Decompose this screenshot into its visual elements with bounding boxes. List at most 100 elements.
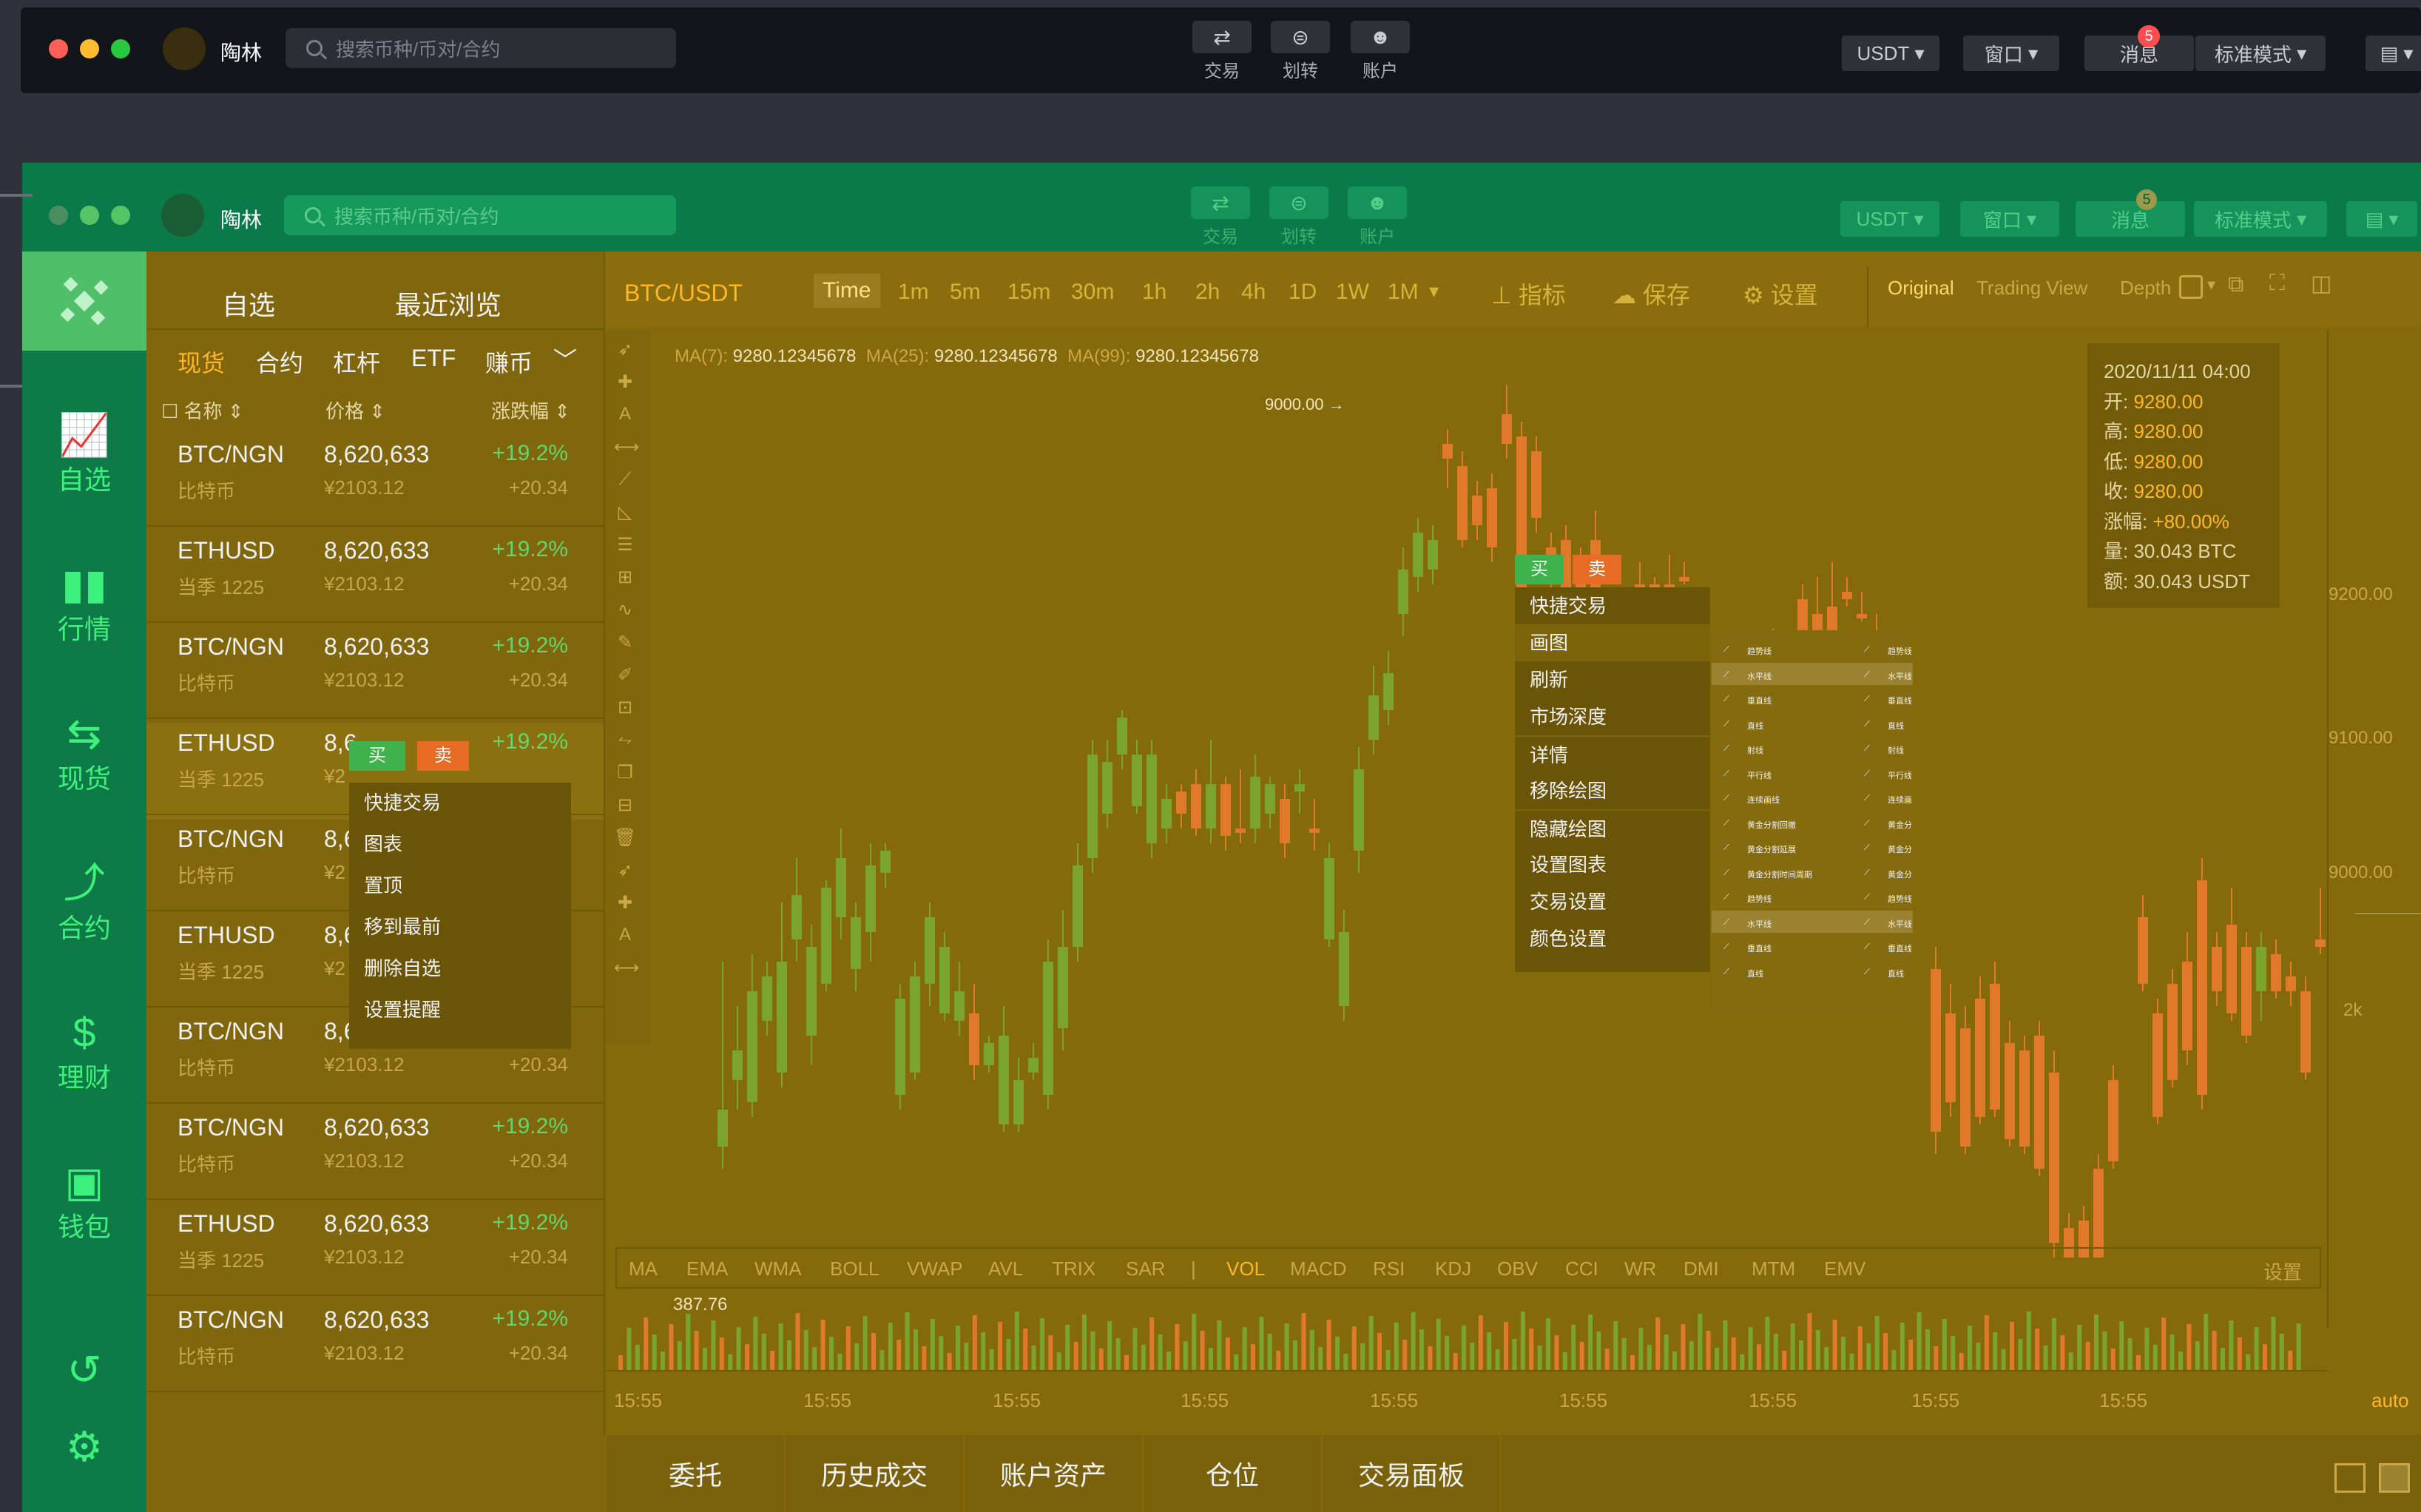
mode-select[interactable]: 标准模式 ▾ [2194,201,2327,237]
column-header-price[interactable]: 价格 ⇕ [325,396,385,424]
currency-select[interactable]: USDT ▾ [1842,36,1939,71]
close-window-button[interactable] [49,39,68,58]
row-name[interactable]: BTC/NGN [178,826,284,853]
avatar[interactable] [163,27,206,70]
fullscreen-icon[interactable]: ⛶ [2269,271,2285,296]
timeframe-option[interactable]: 5m [950,280,981,305]
view-original[interactable]: Original [1888,277,1954,300]
menu-item-trade-settings[interactable]: 交易设置 [1515,883,1710,920]
draw-tool-item[interactable]: 黄金分割回撤 [1747,819,1796,831]
bottom-tab[interactable]: 委托 [607,1435,784,1512]
menu-item-set-alert[interactable]: 设置提醒 [349,991,571,1028]
draw-tool-item[interactable]: 黄金分割时间周期 [1888,868,1911,880]
search-input[interactable]: 搜索币种/币对/合约 [284,195,676,235]
image-icon[interactable]: ⊟ [614,794,636,816]
tab-recent[interactable]: 最近浏览 [395,284,502,323]
column-header-name[interactable]: ☐ 名称 ⇕ [161,396,244,424]
maximize-window-button[interactable] [111,206,130,225]
draw-tool-item[interactable]: 黄金分割回撤 [1888,819,1911,831]
row-name[interactable]: BTC/NGN [178,441,284,468]
timeframe-option[interactable]: 30m [1071,280,1114,305]
sidebar-item-watchlist[interactable]: 📈 自选 [22,411,146,497]
bottom-tab[interactable]: 仓位 [1144,1435,1321,1512]
draw-tool-item[interactable]: 黄金分割时间周期 [1747,868,1812,880]
bottom-tab[interactable]: 账户资产 [965,1435,1142,1512]
brush-icon[interactable]: ✐ [614,664,636,686]
indicator-option[interactable]: | [1191,1258,1196,1280]
transfer-button[interactable]: ⊜ 划转 [1271,21,1330,82]
indicator-option[interactable]: OBV [1497,1258,1538,1280]
menu-item-quick-trade[interactable]: 快捷交易 [1515,587,1710,624]
menu-item-color-settings[interactable]: 颜色设置 [1515,920,1710,957]
row-name[interactable]: ETHUSD [178,537,275,564]
draw-tool-item[interactable]: 黄金分割延展 [1888,843,1911,855]
pair-title[interactable]: BTC/USDT [624,280,743,307]
draw-tool-item[interactable]: 连续画线 [1747,794,1780,806]
row-name[interactable]: ETHUSD [178,729,275,757]
timeframe-option[interactable]: Time [814,274,880,308]
trade-button[interactable]: ⇄ 交易 [1192,21,1252,82]
timeframe-option[interactable]: 4h [1241,280,1266,305]
row-name[interactable]: BTC/NGN [178,1018,284,1045]
lock-icon[interactable]: ⊡ [614,697,636,718]
menu-item-market-depth[interactable]: 市场深度 [1515,698,1710,735]
indicator-option[interactable]: SAR [1126,1258,1165,1280]
window-menu-button[interactable]: 窗口 ▾ [1963,36,2059,71]
layout-button[interactable]: ▤ ▾ [2346,201,2417,237]
refresh-button[interactable]: ↺ [22,1346,146,1394]
timeframe-option[interactable]: 1m [898,280,929,305]
sidebar-item-spot[interactable]: ⇆ 现货 [22,710,146,796]
list-icon[interactable]: ☰ [614,534,636,556]
menu-item-quick-trade[interactable]: 快捷交易 [349,784,571,821]
draw-tool-item[interactable]: 黄金分割延展 [1747,843,1796,855]
column-header-change[interactable]: 涨跌幅 ⇕ [491,396,570,424]
draw-tool-item[interactable]: 水平线 [1888,670,1911,682]
menu-item-hide-drawings[interactable]: 隐藏绘图 [1515,809,1710,846]
indicator-option[interactable]: KDJ [1435,1258,1471,1280]
maximize-window-button[interactable] [111,39,130,58]
quick-buy-button[interactable]: 买 [1515,555,1564,584]
mode-select[interactable]: 标准模式 ▾ [2195,36,2326,71]
category-earn[interactable]: 赚币 [485,345,533,379]
timeframe-option[interactable]: 1h [1142,280,1166,305]
transfer-button[interactable]: ⊜ 划转 [1269,186,1328,248]
angle-icon[interactable]: ◺ [614,502,636,523]
brand-logo[interactable] [22,252,146,351]
indicator-option[interactable]: MACD [1290,1258,1347,1280]
indicator-option[interactable]: VOL [1226,1258,1265,1280]
indicator-option[interactable]: VWAP [907,1258,963,1280]
draw-tool-item[interactable]: 射线 [1747,744,1763,756]
menu-item-draw[interactable]: 画图 [1515,624,1710,661]
draw-tool-item[interactable]: 直线 [1888,968,1911,979]
cursor-icon[interactable]: ➶ [614,339,636,360]
ruler-icon[interactable]: ⟷ [614,957,639,979]
ruler-icon[interactable]: ⟷ [614,436,639,458]
draw-tool-item[interactable]: 水平线 [1747,670,1772,682]
draw-tool-item[interactable]: 直线 [1747,720,1763,732]
menu-item-chart[interactable]: 图表 [349,826,571,863]
timeframe-option[interactable]: 1M [1388,280,1419,305]
magnet-icon[interactable]: ⥊ [614,729,636,750]
bottom-tab[interactable]: 历史成交 [786,1435,963,1512]
draw-tool-item[interactable]: 平行线 [1888,769,1911,781]
avatar[interactable] [161,194,204,237]
view-trading-view[interactable]: Trading View [1976,277,2087,300]
indicator-option[interactable]: EMV [1824,1258,1865,1280]
search-input[interactable]: 搜索币种/币对/合约 [286,28,676,68]
category-margin[interactable]: 杠杆 [333,345,380,379]
timeframe-more-icon[interactable]: ▾ [1429,280,1439,303]
draw-tool-item[interactable]: 水平线 [1888,918,1911,930]
timeframe-option[interactable]: 2h [1195,280,1220,305]
messages-button[interactable]: 消息 [2076,201,2185,237]
draw-tool-item[interactable]: 垂直线 [1888,695,1911,706]
pencil-icon[interactable]: ✎ [614,632,636,653]
view-depth[interactable]: Depth [2120,277,2171,300]
category-etf[interactable]: ETF [411,345,456,372]
indicator-option[interactable]: AVL [988,1258,1023,1280]
draw-tool-item[interactable]: 直线 [1747,968,1763,979]
sidebar-item-market[interactable]: ▮▮ 行情 [22,561,146,647]
draw-tool-item[interactable]: 趋势线 [1888,645,1911,657]
indicator-option[interactable]: BOLL [830,1258,879,1280]
timeframe-option[interactable]: 15m [1007,280,1050,305]
draw-tool-item[interactable]: 连续画线 [1888,794,1911,806]
